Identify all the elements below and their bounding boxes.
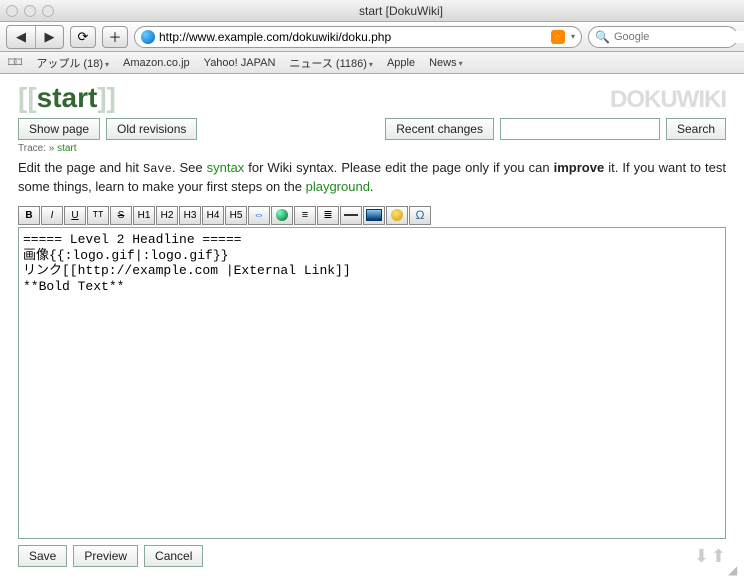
search-icon: 🔍 [595,30,610,44]
window-titlebar: start [DokuWiki] [0,0,744,22]
url-dropdown-icon[interactable]: ▾ [571,32,575,41]
dokuwiki-logo: DOKUWIKI [610,86,726,114]
site-icon [141,30,155,44]
browser-search-input[interactable] [614,31,744,43]
wiki-search-input[interactable] [500,118,660,140]
bookmarks-bar: ⌑⌑ アップル (18)▾ Amazon.co.jp Yahoo! JAPAN … [0,52,744,74]
wiki-content: [[start]] DOKUWIKI Show page Old revisio… [0,74,744,579]
italic-button[interactable]: I [41,206,63,225]
editor-toolbar: B I U TT S H1 H2 H3 H4 H5 ⇔ ≡ ≣ Ω [18,206,726,225]
special-char-button[interactable]: Ω [409,206,431,225]
playground-link[interactable]: playground [306,179,370,194]
h4-button[interactable]: H4 [202,206,224,225]
page-title-text: start [37,82,98,113]
bookmark-item[interactable]: ニュース (1186)▾ [289,55,373,71]
nav-buttons: ◀ ▶ [6,25,64,49]
title-bracket-open: [[ [18,82,37,113]
draft-nav: ⬇ ⬆ [694,546,726,567]
wiki-search-button[interactable]: Search [666,118,726,140]
forward-button[interactable]: ▶ [35,26,63,48]
editor-footer: Save Preview Cancel ⬇ ⬆ [18,545,726,571]
show-page-button[interactable]: Show page [18,118,100,140]
wiki-editor[interactable] [18,227,726,539]
bookmarks-icon[interactable]: ⌑⌑ [8,54,22,71]
add-bookmark-button[interactable]: ＋ [102,26,128,48]
title-bracket-close: ]] [97,82,116,113]
url-input[interactable] [159,30,547,44]
syntax-link[interactable]: syntax [207,160,245,175]
h2-button[interactable]: H2 [156,206,178,225]
old-revisions-button[interactable]: Old revisions [106,118,197,140]
reload-button[interactable]: ⟳ [70,26,96,48]
internal-link-button[interactable]: ⇔ [248,206,270,225]
bookmark-item[interactable]: アップル (18)▾ [36,55,109,71]
h1-button[interactable]: H1 [133,206,155,225]
recent-changes-button[interactable]: Recent changes [385,118,494,140]
breadcrumb-link[interactable]: start [57,143,76,154]
edit-instructions: Edit the page and hit Save. See syntax f… [18,159,726,196]
traffic-lights [6,5,54,17]
preview-button[interactable]: Preview [73,545,138,567]
cancel-button[interactable]: Cancel [144,545,203,567]
hr-button[interactable] [340,206,362,225]
monospace-button[interactable]: TT [87,206,109,225]
bookmark-item[interactable]: Amazon.co.jp [123,57,190,69]
close-window-button[interactable] [6,5,18,17]
back-button[interactable]: ◀ [7,26,35,48]
window-title: start [DokuWiki] [64,4,738,18]
draft-prev-icon[interactable]: ⬇ [694,546,709,567]
wiki-header: [[start]] DOKUWIKI [18,82,726,114]
save-button[interactable]: Save [18,545,67,567]
minimize-window-button[interactable] [24,5,36,17]
bookmark-item[interactable]: News▾ [429,57,463,69]
url-bar[interactable]: ◌ ▾ [134,26,582,48]
h3-button[interactable]: H3 [179,206,201,225]
draft-next-icon[interactable]: ⬆ [711,546,726,567]
rss-icon[interactable]: ◌ [551,30,565,44]
action-bar: Show page Old revisions Recent changes S… [18,118,726,140]
strike-button[interactable]: S [110,206,132,225]
smiley-button[interactable] [386,206,408,225]
bookmark-item[interactable]: Apple [387,57,415,69]
breadcrumb: Trace: » start [18,143,726,154]
page-title: [[start]] [18,82,116,114]
image-button[interactable] [363,206,385,225]
unordered-list-button[interactable]: ≣ [317,206,339,225]
window-resize-grip[interactable]: ◢ [728,563,742,577]
bold-button[interactable]: B [18,206,40,225]
h5-button[interactable]: H5 [225,206,247,225]
zoom-window-button[interactable] [42,5,54,17]
bookmark-item[interactable]: Yahoo! JAPAN [204,57,276,69]
browser-search[interactable]: 🔍 [588,26,738,48]
underline-button[interactable]: U [64,206,86,225]
ordered-list-button[interactable]: ≡ [294,206,316,225]
external-link-button[interactable] [271,206,293,225]
browser-toolbar: ◀ ▶ ⟳ ＋ ◌ ▾ 🔍 [0,22,744,52]
